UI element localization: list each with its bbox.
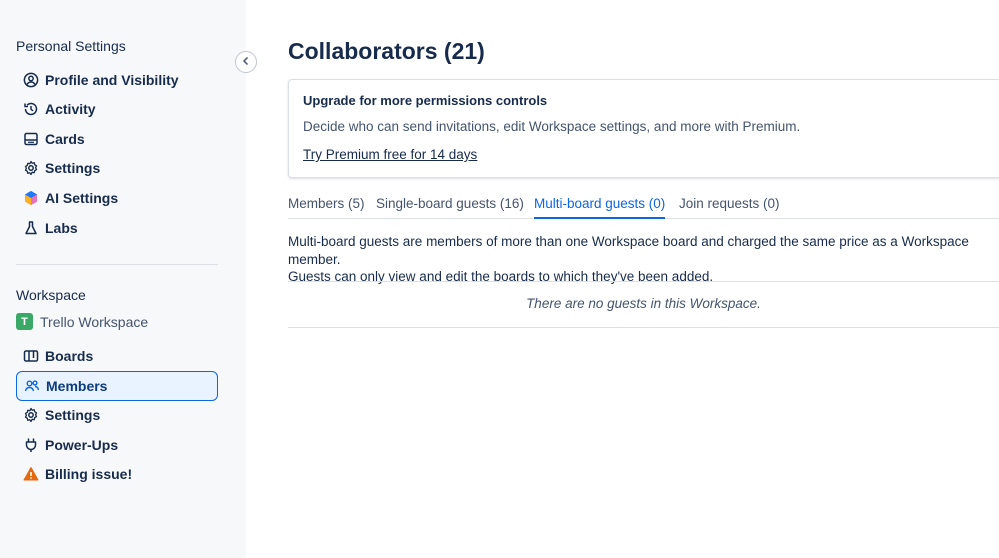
divider-bottom — [288, 327, 999, 328]
sidebar-item-label: Settings — [45, 407, 101, 423]
chevron-left-icon — [241, 53, 251, 71]
sidebar-item-workspace-settings[interactable]: Settings — [16, 400, 218, 430]
description-line-2: Guests can only view and edit the boards… — [288, 269, 714, 284]
members-icon — [24, 378, 40, 394]
profile-icon — [23, 72, 39, 88]
sidebar-item-power-ups[interactable]: Power-Ups — [16, 430, 218, 460]
sidebar-item-label: Labs — [45, 220, 78, 236]
empty-state-message: There are no guests in this Workspace. — [526, 296, 761, 311]
warning-icon — [23, 466, 39, 482]
sidebar: Personal Settings Profile and Visibility… — [0, 0, 246, 558]
sidebar-item-ai-settings[interactable]: AI Settings — [16, 183, 218, 213]
sidebar-item-label: Activity — [45, 101, 96, 117]
sidebar-item-label: Profile and Visibility — [45, 72, 179, 88]
sidebar-item-label: Settings — [45, 160, 101, 176]
multi-board-description: Multi-board guests are members of more t… — [288, 233, 999, 286]
sidebar-item-label: Billing issue! — [45, 466, 133, 482]
boards-icon — [23, 348, 39, 364]
sidebar-item-profile-and-visibility[interactable]: Profile and Visibility — [16, 65, 218, 95]
divider-top — [288, 281, 999, 282]
sidebar-item-settings[interactable]: Settings — [16, 153, 218, 183]
flask-icon — [23, 220, 39, 236]
sidebar-item-members[interactable]: Members — [16, 371, 218, 401]
upgrade-title: Upgrade for more permissions controls — [303, 93, 548, 108]
sidebar-item-labs[interactable]: Labs — [16, 213, 218, 243]
workspace-name: Trello Workspace — [40, 313, 149, 330]
sidebar-item-cards[interactable]: Cards — [16, 124, 218, 154]
plug-icon — [23, 437, 39, 453]
upgrade-banner: Upgrade for more permissions controls De… — [288, 79, 999, 178]
personal-settings-heading: Personal Settings — [16, 38, 126, 54]
sidebar-divider — [16, 264, 218, 265]
history-icon — [23, 101, 39, 117]
sidebar-item-label: AI Settings — [45, 190, 119, 206]
page-title: Collaborators (21) — [288, 38, 485, 64]
sidebar-item-boards[interactable]: Boards — [16, 341, 218, 371]
tab-multi-board-guests[interactable]: Multi-board guests (0) — [534, 196, 666, 219]
gear-icon — [23, 160, 39, 176]
sidebar-item-label: Members — [46, 378, 108, 394]
workspace-heading: Workspace — [16, 287, 86, 303]
guest-tabs: Members (5) Single-board guests (16) Mul… — [288, 196, 999, 219]
sidebar-item-label: Power-Ups — [45, 437, 119, 453]
sidebar-item-label: Cards — [45, 131, 85, 147]
workspace-logo: T — [16, 313, 33, 330]
collapse-sidebar-button[interactable] — [235, 51, 257, 73]
tab-single-board-guests[interactable]: Single-board guests (16) — [376, 196, 524, 219]
card-icon — [23, 131, 39, 147]
description-line-1: Multi-board guests are members of more t… — [288, 234, 969, 267]
sidebar-item-label: Boards — [45, 348, 94, 364]
upgrade-description: Decide who can send invitations, edit Wo… — [303, 119, 801, 134]
gear-icon — [23, 407, 39, 423]
sidebar-item-billing-issue[interactable]: Billing issue! — [16, 459, 218, 489]
tab-join-requests[interactable]: Join requests (0) — [679, 196, 780, 219]
sidebar-item-activity[interactable]: Activity — [16, 94, 218, 124]
ai-icon — [23, 190, 39, 206]
workspace-switcher[interactable]: T Trello Workspace — [16, 313, 148, 330]
tab-members[interactable]: Members (5) — [288, 196, 365, 219]
try-premium-link[interactable]: Try Premium free for 14 days — [303, 147, 477, 162]
